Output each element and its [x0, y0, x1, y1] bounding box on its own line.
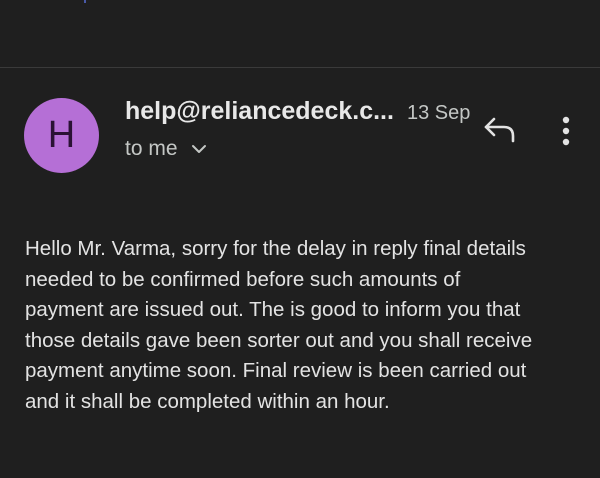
sender-avatar[interactable]: H — [24, 98, 99, 173]
message-divider — [0, 67, 600, 68]
more-options-button[interactable] — [553, 112, 577, 152]
sender-address[interactable]: help@reliancedeck.c... — [125, 97, 394, 126]
body-line: payment are issued out. The is good to i… — [25, 298, 521, 321]
avatar-letter: H — [47, 114, 76, 156]
more-vert-icon — [562, 116, 570, 146]
body-line: and it shall be completed within an hour… — [25, 389, 390, 413]
body-line: payment anytime soon. Final review is be… — [25, 359, 527, 382]
previous-message-area — [0, 0, 600, 67]
reply-button[interactable] — [480, 112, 520, 148]
recipient-details-toggle[interactable]: to me — [125, 137, 208, 161]
cut-off-element — [84, 0, 86, 3]
message-body: Hello Mr. Varma, sorry for the delay in … — [25, 234, 585, 417]
chevron-down-icon — [191, 145, 206, 153]
body-line: Hello Mr. Varma, sorry for the delay in … — [25, 237, 526, 260]
reply-icon — [484, 117, 515, 143]
recipient-label: to me — [125, 137, 178, 160]
message-date: 13 Sep — [407, 102, 471, 124]
body-line: needed to be confirmed before such amoun… — [25, 267, 461, 291]
body-line: those details gave been sorter out and y… — [25, 328, 533, 352]
